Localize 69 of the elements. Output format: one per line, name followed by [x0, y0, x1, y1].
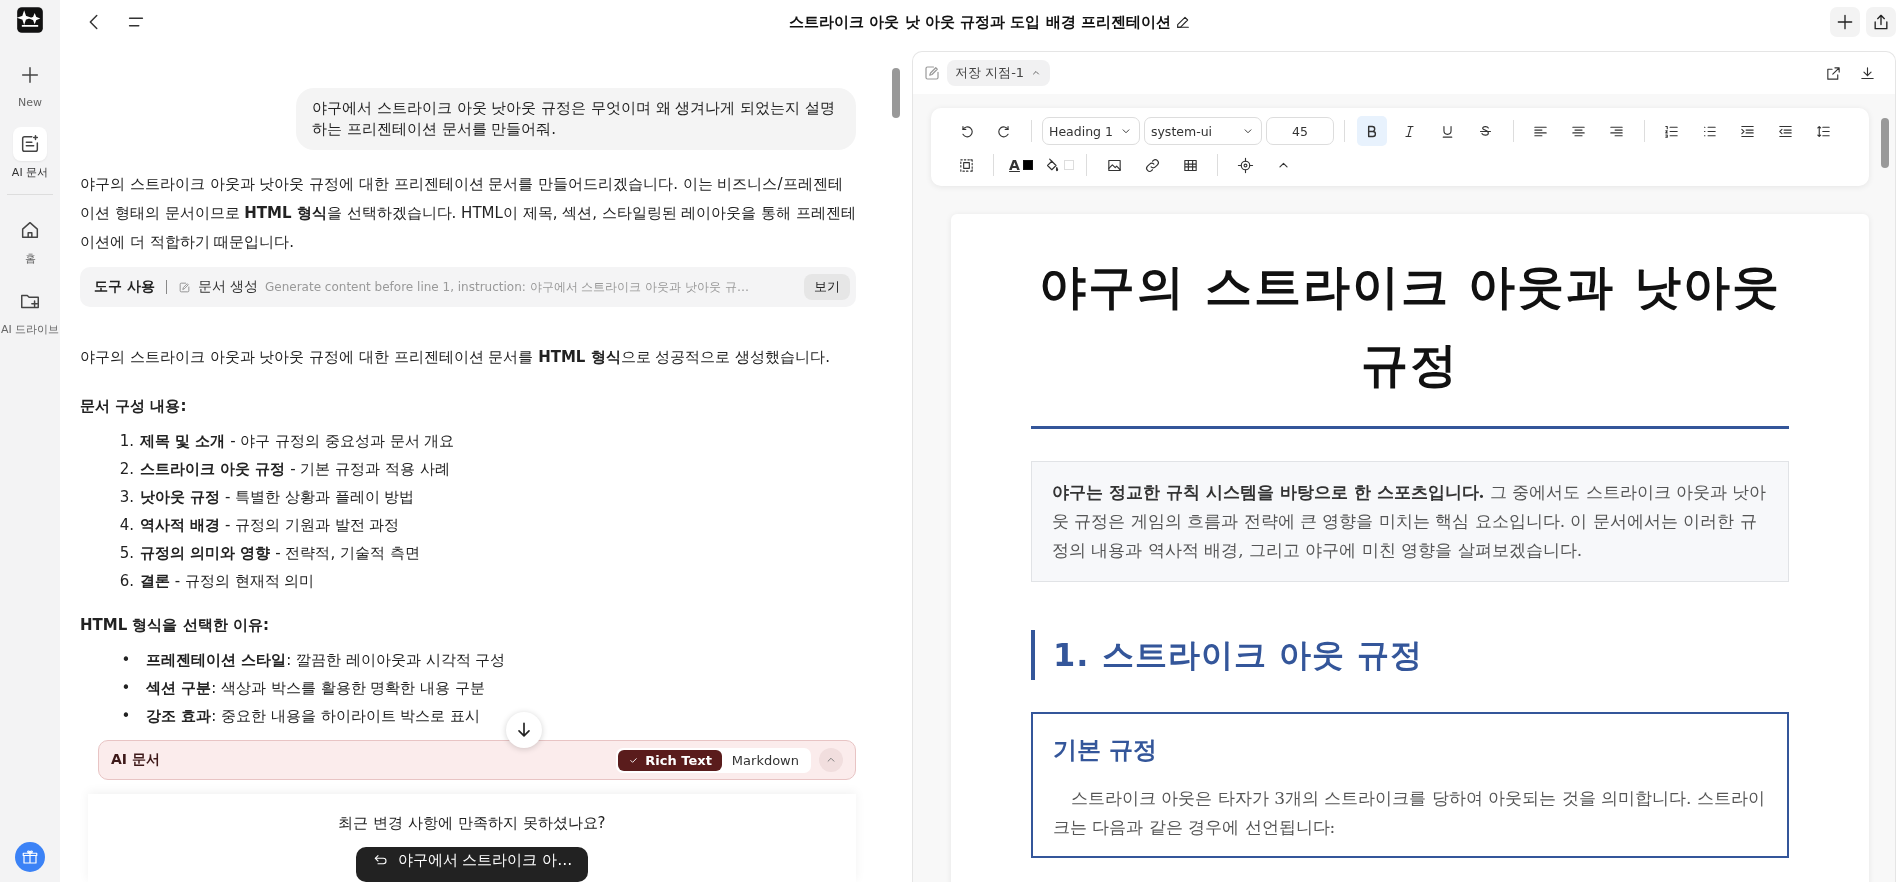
- mode-tab[interactable]: Markdown: [721, 749, 809, 771]
- list-item: 낫아웃 규정 - 특별한 상황과 플레이 방법: [140, 487, 415, 508]
- plus-icon: [19, 64, 41, 86]
- document-heading: 야구의 스트라이크 아웃과 낫아웃 규정: [1038, 258, 1782, 394]
- text-color-button[interactable]: A: [1006, 150, 1036, 180]
- app-logo: [16, 6, 44, 34]
- rename-button[interactable]: [1174, 14, 1191, 30]
- checkpoint-dropdown[interactable]: 저장 지점-1: [947, 60, 1051, 86]
- new-button[interactable]: [1830, 7, 1860, 37]
- sidebar-item[interactable]: AI 문서: [2, 127, 58, 180]
- list-item: 섹션 구분: 색상과 박스를 활용한 명확한 내용 구분: [146, 678, 485, 699]
- tool-action: 문서 생성: [197, 278, 258, 296]
- assistant-message: 야구의 스트라이크 아웃과 낫아웃 규정에 대한 프리젠테이션 문서를 HTML 형식으로 성공적으로 생성했습니다.: [80, 347, 831, 368]
- share-button[interactable]: [1866, 7, 1896, 37]
- sidebar-item[interactable]: New: [2, 58, 58, 109]
- sidebar-item[interactable]: AI 드라이브: [2, 284, 58, 337]
- pencil-icon: [1174, 14, 1191, 30]
- home-icon: [19, 219, 41, 241]
- box-paragraph: 스트라이크 아웃은 타자가 3개의 스트라이크를 당하여 아웃되는 것을 의미합니다. 스트라이크는 다음과 같은 경우에 선언됩니다:: [1053, 787, 1766, 839]
- box-heading: 기본 규정: [1053, 735, 1159, 766]
- user-message: 야구에서 스트라이크 아웃 낫아웃 규정은 무엇이며 왜 생겨나게 되었는지 설명하는 프리젠테이션 문서를 만들어줘.: [296, 88, 856, 150]
- edit-icon: [177, 280, 191, 294]
- list-item: 스트라이크 아웃 규정 - 기본 규정과 적용 사례: [140, 459, 450, 480]
- list-item: 프레젠테이션 스타일: 깔끔한 레이아웃과 시각적 구성: [146, 650, 506, 671]
- document-title: 스트라이크 아웃 낫 아웃 규정과 도입 배경 프리젠테이션: [789, 12, 1171, 32]
- list-number: 6.: [118, 571, 134, 592]
- document-sparkle-icon: [19, 133, 41, 155]
- bullet: •: [120, 678, 132, 699]
- list-number: 1.: [118, 431, 134, 452]
- crosshair-icon: [1236, 156, 1254, 174]
- download-icon: [1858, 64, 1876, 82]
- list-item: 규정의 의미와 영향 - 전략적, 기술적 측면: [140, 543, 420, 564]
- scrollbar-thumb[interactable]: [892, 68, 900, 118]
- scroll-down-button[interactable]: [506, 712, 542, 748]
- feedback-question: 최근 변경 사항에 만족하지 못하셨나요?: [338, 814, 606, 833]
- tool-detail: Generate content before line 1, instruction: 야구에서 스트라이크 아웃과 낫아웃 규…: [265, 279, 750, 295]
- section-heading: HTML 형식을 선택한 이유:: [80, 615, 270, 636]
- bold-button[interactable]: [1356, 116, 1387, 146]
- section-heading: 문서 구성 내용:: [80, 396, 188, 417]
- list-number: 5.: [118, 543, 134, 564]
- sidebar-item[interactable]: 홈: [2, 213, 58, 266]
- tool-use-label: 도구 사용: [94, 278, 155, 296]
- assistant-message: 야구의 스트라이크 아웃과 낫아웃 규정에 대한 프리젠테이션 문서를 만들어드리겠습니다. 이는 비즈니스/프레젠테이션 형태의 문서이므로 HTML 형식을 선택하겠습니다. HTML이 제목, 섹션, 스타일링된 레이아웃을 통해 프레젠테이션에 더 적합하기 때문입니다.: [80, 174, 856, 253]
- section-heading: 1. 스트라이크 아웃 규정: [1031, 630, 1789, 680]
- list-number: 4.: [118, 515, 134, 536]
- intro-box: 야구는 정교한 규칙 시스템을 바탕으로 한 스포츠입니다. 그 중에서도 스트라이크 아웃과 낫아웃 규정은 게임의 흐름과 전략에 큰 영향을 미치는 핵심 요소입니다. 이 문서에서는 이러한 규정의 내용과 역사적 배경, 그리고 야구에 미친 영향을 살펴보겠습니다.: [1031, 461, 1789, 582]
- view-button[interactable]: 보기: [804, 274, 850, 300]
- font-size-field[interactable]: 45: [1265, 117, 1334, 145]
- plus-icon: [1835, 12, 1855, 32]
- edit-icon: [923, 64, 941, 82]
- list-number: 2.: [118, 459, 134, 480]
- heading-dropdown[interactable]: Heading 1: [1042, 117, 1140, 145]
- ai-document-label: AI 문서: [111, 751, 161, 769]
- gift-icon: [21, 848, 39, 866]
- paint-bucket-icon: [1044, 156, 1061, 174]
- list-number: 3.: [118, 487, 134, 508]
- bullet: •: [120, 650, 132, 671]
- font-dropdown[interactable]: system-ui: [1143, 117, 1262, 145]
- list-item: 제목 및 소개 - 야구 규정의 중요성과 문서 개요: [140, 431, 455, 452]
- restore-button[interactable]: 야구에서 스트라이크 아…: [355, 847, 589, 882]
- external-link-icon: [1824, 64, 1842, 82]
- list-item: 강조 효과: 중요한 내용을 하이라이트 박스로 표시: [146, 706, 481, 727]
- scrollbar-thumb[interactable]: [1881, 118, 1889, 168]
- bullet: •: [120, 706, 132, 727]
- gift-button[interactable]: [15, 842, 45, 872]
- mode-tab[interactable]: Rich Text: [618, 749, 722, 771]
- list-item: 결론 - 규정의 현재적 의미: [140, 571, 315, 592]
- list-item: 역사적 배경 - 규정의 기원과 발전 과정: [140, 515, 400, 536]
- link-icon: [1143, 156, 1161, 174]
